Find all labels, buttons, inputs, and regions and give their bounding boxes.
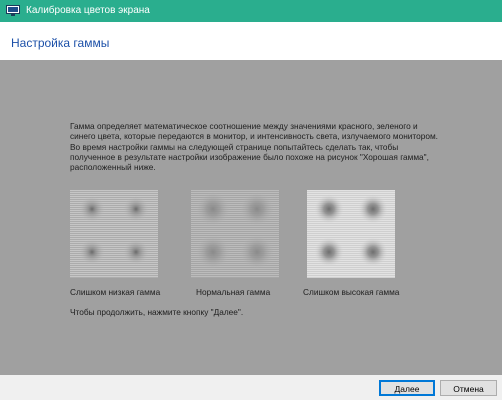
monitor-icon	[6, 5, 20, 16]
cancel-button[interactable]: Отмена	[440, 380, 497, 396]
gamma-sample-normal-label: Нормальная гамма	[196, 287, 271, 297]
description-paragraph-1: Гамма определяет математическое соотноше…	[70, 121, 438, 142]
gamma-sample-high-label: Слишком высокая гамма	[303, 287, 400, 297]
continue-instruction: Чтобы продолжить, нажмите кнопку "Далее"…	[70, 307, 244, 317]
window-title: Калибровка цветов экрана	[26, 5, 150, 16]
button-bar: Далее Отмена	[0, 375, 502, 400]
description-text: Гамма определяет математическое соотноше…	[70, 121, 440, 172]
gamma-sample-low-label: Слишком низкая гамма	[70, 287, 161, 297]
page-header: Настройка гаммы	[0, 22, 502, 60]
gamma-sample-low	[70, 190, 158, 278]
gamma-sample-high	[307, 190, 395, 278]
description-paragraph-2: Во время настройки гаммы на следующей ст…	[70, 141, 429, 173]
next-button[interactable]: Далее	[379, 380, 435, 396]
window-titlebar: Калибровка цветов экрана	[0, 0, 502, 22]
page-title: Настройка гаммы	[11, 36, 110, 50]
gamma-sample-normal	[191, 190, 279, 278]
content-area: Гамма определяет математическое соотноше…	[0, 60, 502, 375]
